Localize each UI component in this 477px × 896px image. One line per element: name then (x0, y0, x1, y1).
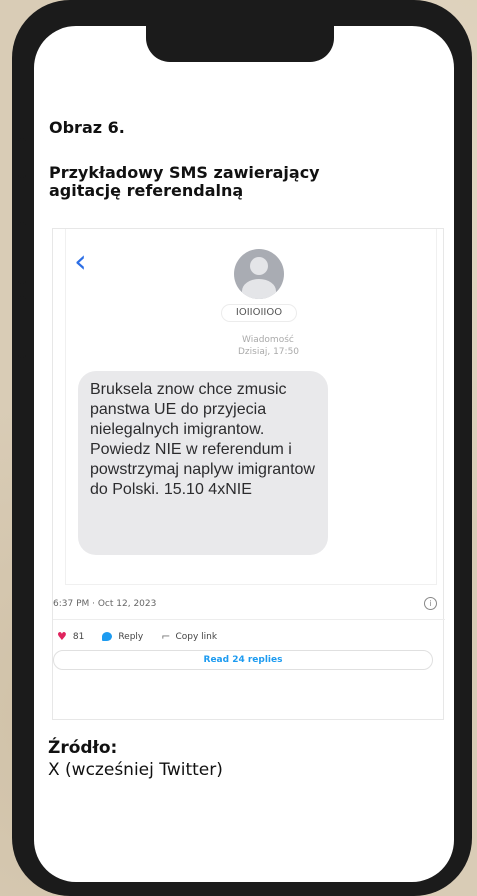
mute-switch (18, 138, 26, 178)
sms-message-bubble: Bruksela znow chce zmusic panstwa UE do … (78, 371, 328, 555)
reply-bubble-icon (102, 632, 113, 641)
sms-screenshot: ‹ IOIIOIIOO Wiadomość Dzisiaj, 17:50 Bru… (65, 229, 437, 585)
like-count: 81 (72, 631, 85, 642)
message-type: Wiadomość (242, 335, 294, 345)
like-button[interactable]: ♥ 81 (57, 630, 84, 643)
embedded-tweet: ‹ IOIIOIIOO Wiadomość Dzisiaj, 17:50 Bru… (52, 228, 445, 720)
copy-link-label: Copy link (175, 631, 218, 642)
tweet-actions: ♥ 81 Reply ⌐ Copy link (57, 630, 235, 643)
figure-heading: Przykładowy SMS zawierający agitację ref… (49, 163, 320, 200)
reply-label: Reply (118, 631, 144, 642)
info-icon[interactable]: i (424, 597, 437, 610)
message-time: Dzisiaj, 17:50 (238, 347, 300, 357)
volume-down-button (18, 296, 26, 358)
divider (53, 619, 445, 620)
link-icon: ⌐ (161, 630, 171, 643)
chevron-left-icon[interactable]: ‹ (74, 245, 87, 277)
tweet-timestamp[interactable]: 6:37 PM · Oct 12, 2023 (53, 599, 156, 609)
copy-link-button[interactable]: ⌐ Copy link (161, 630, 217, 643)
sender-name[interactable]: IOIIOIIOO (221, 304, 297, 322)
source-label: Źródło: (48, 738, 118, 758)
contact-avatar-icon (234, 249, 284, 299)
figure-label: Obraz 6. (49, 118, 125, 137)
read-replies-button[interactable]: Read 24 replies (53, 650, 433, 670)
reply-button[interactable]: Reply (102, 632, 143, 642)
source-value: X (wcześniej Twitter) (48, 760, 223, 780)
volume-up-button (18, 222, 26, 284)
phone-notch (146, 24, 334, 62)
heart-icon: ♥ (57, 630, 67, 643)
